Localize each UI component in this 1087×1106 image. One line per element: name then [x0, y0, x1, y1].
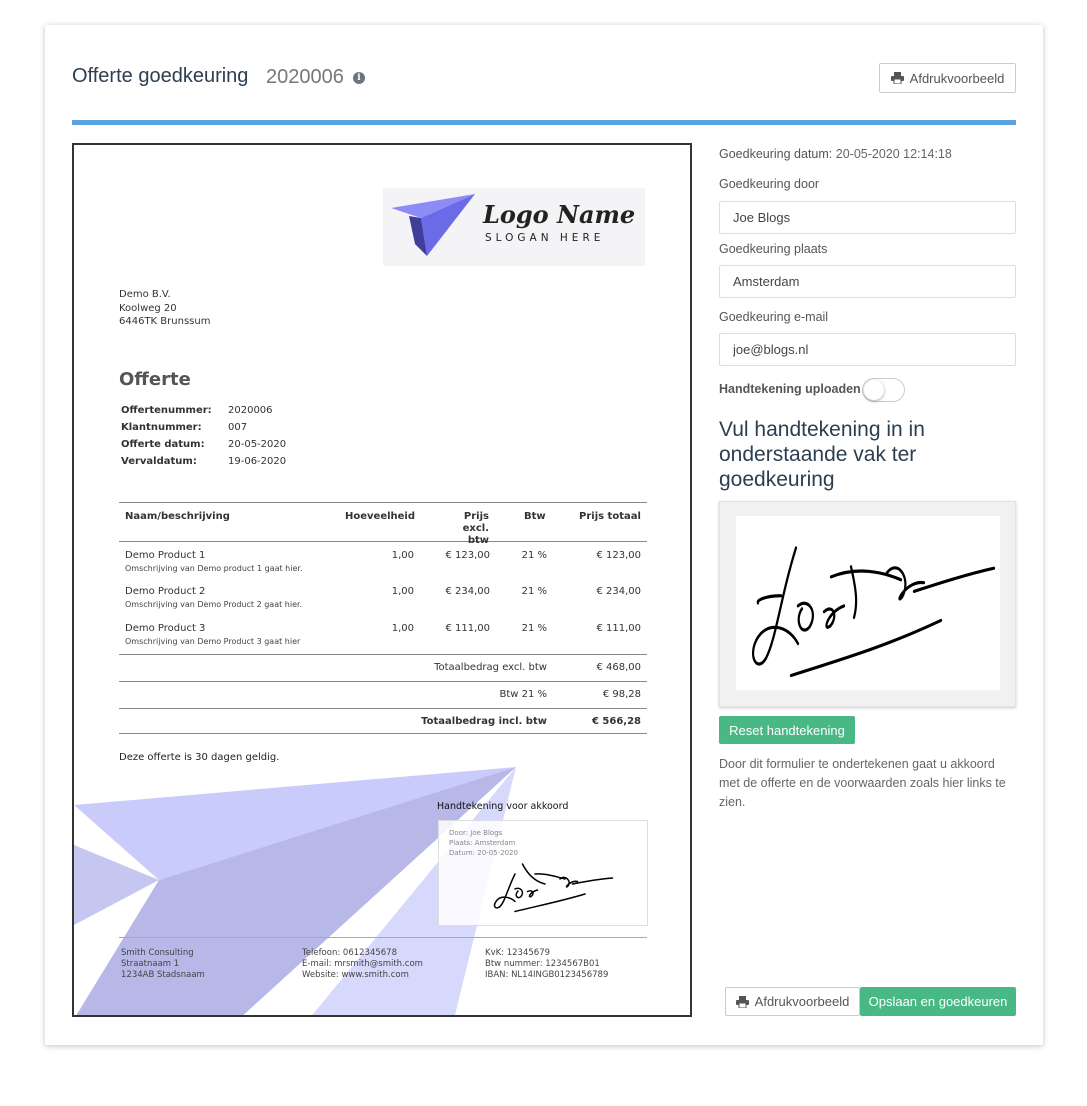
table-row: Demo Product 2 Omschrijving van Demo Pro…: [119, 586, 647, 622]
col-vat-header: Btw: [524, 511, 546, 522]
approval-date: Goedkeuring datum: 20-05-2020 12:14:18: [719, 147, 952, 161]
product-price: € 234,00: [445, 586, 490, 597]
total-label: Totaalbedrag incl. btw: [421, 716, 547, 727]
table-header: Naam/beschrijving Hoeveelheid Prijs excl…: [119, 502, 647, 546]
accent-bar: [72, 120, 1016, 125]
meta-value: 19-06-2020: [228, 456, 287, 467]
product-vat: 21 %: [521, 623, 547, 634]
footer-contact: Telefoon: 0612345678 E-mail: mrsmith@smit…: [302, 948, 423, 980]
footer-divider: [119, 937, 647, 938]
meta-key: Offerte datum:: [121, 439, 205, 450]
upload-signature-label: Handtekening uploaden :: [719, 382, 869, 396]
total-value: € 98,28: [602, 689, 641, 700]
offer-meta: Offertenummer: 2020006 Klantnummer: 007 Of…: [121, 402, 286, 470]
approved-by-label: Goedkeuring door: [719, 177, 820, 191]
paper-plane-icon: [391, 194, 475, 256]
approved-by-input[interactable]: [719, 201, 1016, 234]
product-vat: 21 %: [521, 586, 547, 597]
product-description: Omschrijving van Demo Product 2 gaat hie…: [125, 600, 303, 609]
approval-email-label: Goedkeuring e-mail: [719, 310, 829, 324]
approval-date-value: 20-05-2020 12:14:18: [835, 147, 952, 161]
total-label: Btw 21 %: [499, 689, 547, 700]
address-line: Demo B.V.: [119, 289, 171, 300]
meta-key: Klantnummer:: [121, 422, 202, 433]
print-preview-button-bottom[interactable]: Afdrukvoorbeeld: [725, 987, 860, 1016]
approval-place-input[interactable]: [719, 265, 1016, 298]
company-logo: Logo Name SLOGAN HERE: [383, 188, 645, 266]
save-and-approve-button[interactable]: Opslaan en goedkeuren: [860, 987, 1016, 1016]
signature-label: Handtekening voor akkoord: [437, 801, 569, 812]
reset-signature-button[interactable]: Reset handtekening: [719, 716, 855, 744]
col-qty-header: Hoeveelheid: [345, 511, 416, 522]
footer-registration: KvK: 12345679 Btw nummer: 1234567B01 IBAN:…: [485, 948, 609, 980]
page-header: Offerte goedkeuring 2020006 i Afdrukvoor…: [72, 63, 1016, 95]
signature-image-small: [493, 863, 614, 913]
print-preview-label: Afdrukvoorbeeld: [754, 994, 850, 1009]
signature-by: Door: Joe Blogs: [449, 829, 503, 837]
agreement-notice: Door dit formulier te ondertekenen gaat …: [719, 757, 1006, 809]
offer-document-preview: Logo Name SLOGAN HERE Demo B.V. Koolweg …: [72, 143, 692, 1017]
total-label: Totaalbedrag excl. btw: [434, 662, 547, 673]
offer-number: 2020006: [266, 66, 344, 88]
signature-place: Plaats: Amsterdam: [449, 839, 516, 847]
product-qty: 1,00: [391, 623, 414, 634]
client-address: Demo B.V. Koolweg 20 6446TK Brunssum: [119, 288, 210, 329]
product-name: Demo Product 1: [125, 550, 206, 561]
upload-signature-toggle[interactable]: [862, 378, 905, 402]
product-name: Demo Product 2: [125, 586, 206, 597]
toggle-knob: [864, 380, 884, 400]
signature-drawing: [751, 546, 996, 678]
address-line: 6446TK Brunssum: [119, 316, 211, 327]
signature-box: Door: Joe Blogs Plaats: Amsterdam Datum:…: [438, 820, 648, 926]
meta-value: 2020006: [228, 405, 273, 416]
approval-email-input[interactable]: [719, 333, 1016, 366]
signature-pad-frame: [719, 501, 1016, 707]
approval-date-label: Goedkeuring datum:: [719, 147, 833, 161]
table-row: Demo Product 1 Omschrijving van Demo pro…: [119, 550, 647, 586]
document-heading: Offerte: [119, 369, 191, 390]
print-preview-button-top[interactable]: Afdrukvoorbeeld: [879, 63, 1016, 93]
signature-pad[interactable]: [736, 516, 1000, 690]
logo-name: Logo Name: [483, 200, 636, 229]
product-total: € 123,00: [596, 550, 641, 561]
printer-icon: [735, 995, 749, 1008]
total-excl-row: Totaalbedrag excl. btw € 468,00: [119, 654, 647, 680]
col-price-header: Prijs excl. btw: [462, 511, 489, 546]
product-total: € 234,00: [596, 586, 641, 597]
validity-note: Deze offerte is 30 dagen geldig.: [119, 752, 280, 763]
total-value: € 468,00: [596, 662, 641, 673]
product-description: Omschrijving van Demo product 1 gaat hie…: [125, 564, 303, 573]
address-line: Koolweg 20: [119, 302, 177, 314]
product-description: Omschrijving van Demo Product 3 gaat hie…: [125, 637, 301, 646]
total-incl-row: Totaalbedrag incl. btw € 566,28: [119, 708, 647, 734]
product-total: € 111,00: [596, 623, 641, 634]
product-qty: 1,00: [391, 586, 414, 597]
footer-company: Smith Consulting Straatnaam 1 1234AB Stads…: [121, 948, 205, 980]
meta-value: 20-05-2020: [228, 439, 287, 450]
signature-instructions-heading: Vul handtekening in in onderstaande vak …: [719, 418, 925, 491]
logo-slogan: SLOGAN HERE: [485, 232, 605, 244]
product-name: Demo Product 3: [125, 623, 206, 634]
product-price: € 111,00: [445, 623, 490, 634]
product-qty: 1,00: [391, 550, 414, 561]
col-name-header: Naam/beschrijving: [125, 511, 230, 522]
vat-row: Btw 21 % € 98,28: [119, 681, 647, 707]
product-price: € 123,00: [445, 550, 490, 561]
printer-icon: [890, 72, 904, 84]
print-preview-label: Afdrukvoorbeeld: [909, 70, 1005, 86]
info-icon[interactable]: i: [353, 72, 365, 84]
col-total-header: Prijs totaal: [579, 511, 641, 522]
meta-key: Offertenummer:: [121, 405, 212, 416]
meta-value: 007: [228, 422, 248, 433]
product-vat: 21 %: [521, 550, 547, 561]
page-title: Offerte goedkeuring: [72, 65, 249, 87]
approval-place-label: Goedkeuring plaats: [719, 242, 828, 256]
approval-card: Offerte goedkeuring 2020006 i Afdrukvoor…: [45, 25, 1043, 1045]
meta-key: Vervaldatum:: [121, 456, 197, 467]
signature-date: Datum: 20-05-2020: [449, 849, 518, 857]
total-value: € 566,28: [591, 716, 641, 727]
